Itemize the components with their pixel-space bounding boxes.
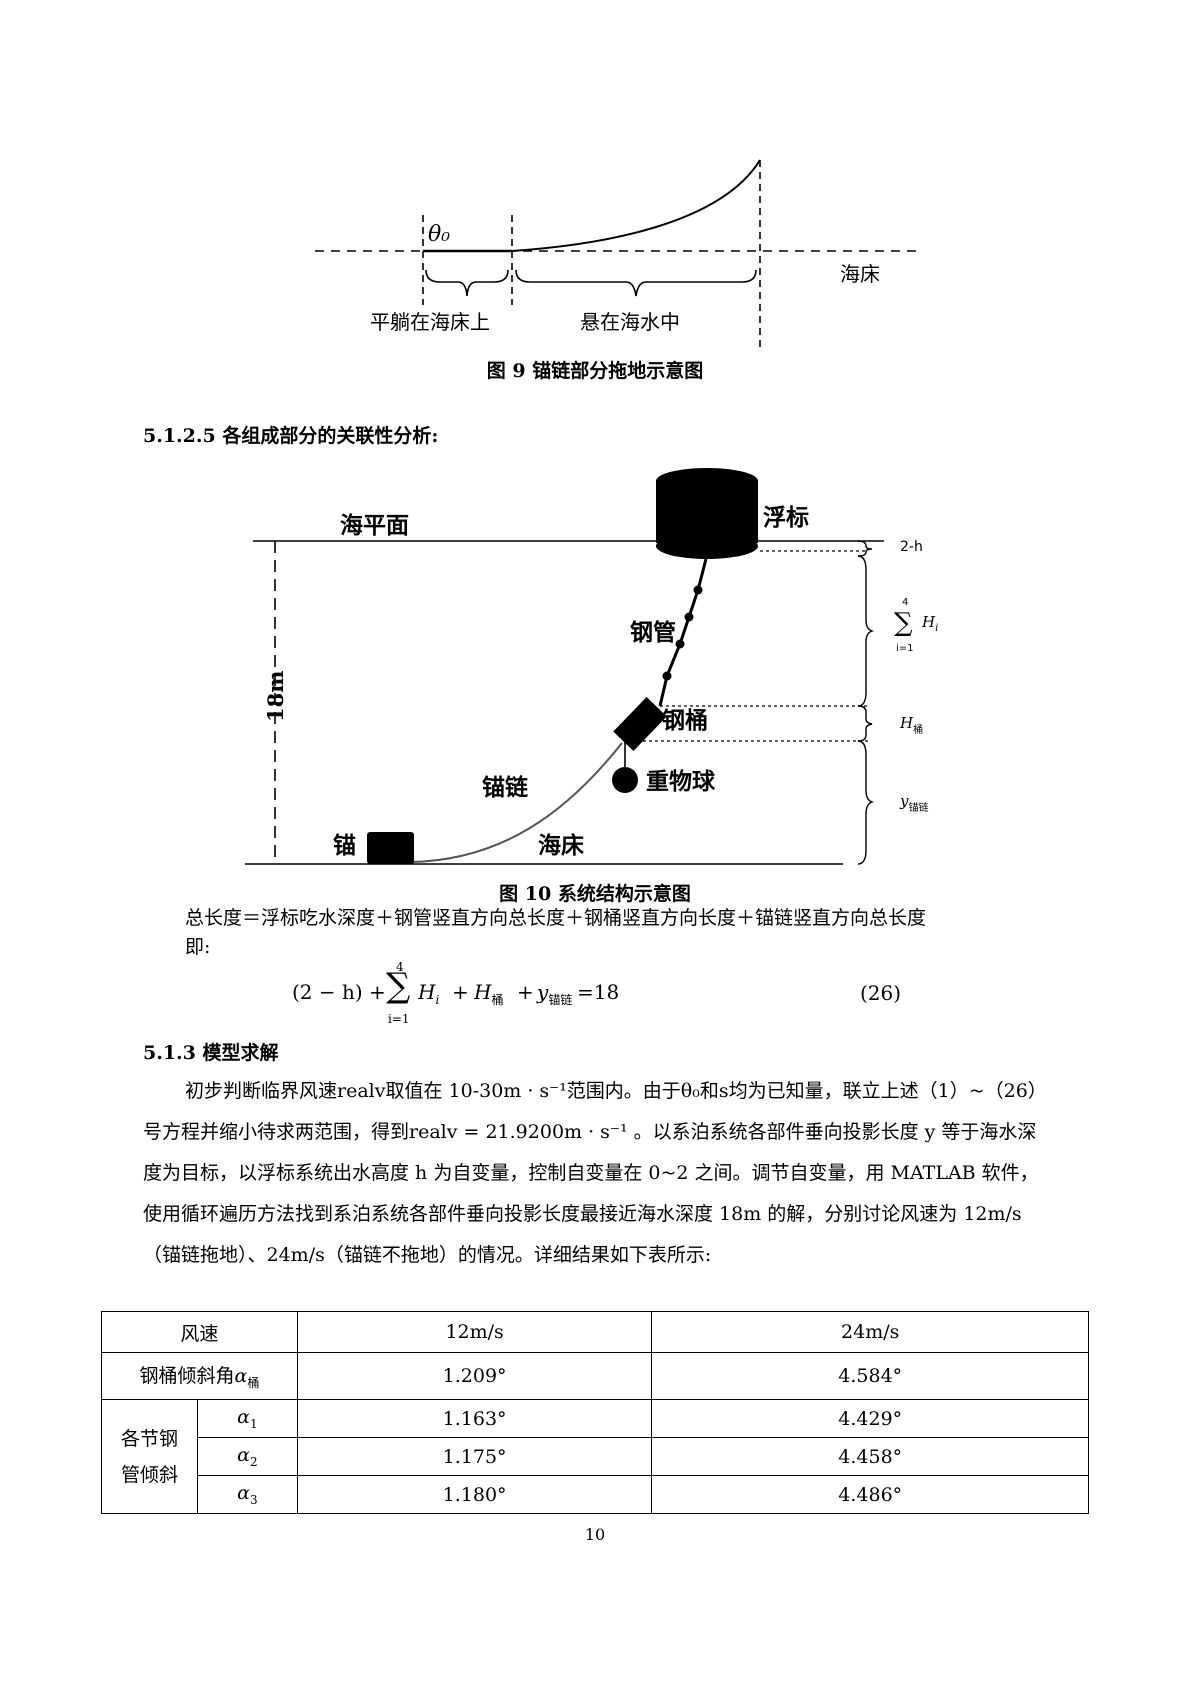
alpha2-24: 4.458° — [651, 1437, 1089, 1476]
label-buoy: 浮标 — [763, 504, 809, 531]
header-24ms: 24m/s — [651, 1311, 1089, 1353]
label-chain: 锚链 — [482, 774, 528, 801]
drum-angle-12: 1.209° — [296, 1352, 653, 1400]
label-heavy-ball: 重物球 — [646, 768, 716, 795]
alpha1-label: α1 — [196, 1399, 298, 1438]
brace-label-sum-bottom: i=1 — [896, 643, 914, 654]
label-sea-surface: 海平面 — [340, 512, 409, 539]
table-header-row: 风速 12m/s 24m/s — [101, 1311, 1089, 1353]
table-row-alpha2: α2 1.175° 4.458° — [102, 1437, 1089, 1476]
figure-10-caption: 图 10 系统结构示意图 — [499, 883, 691, 905]
label-steel-drum: 钢桶 — [662, 708, 708, 734]
eq-plus-1: + — [452, 980, 469, 1004]
brace-h-drum — [857, 705, 873, 742]
eq-plus-2: + — [517, 980, 534, 1004]
label-seabed-10: 海床 — [538, 832, 584, 859]
eq-lhs: (2 − h) + — [292, 980, 386, 1004]
eq-term-hb: H桶 — [474, 980, 504, 1007]
results-table: 风速 12m/s 24m/s 钢桶倾斜角α桶 1.209° 4.584° 各节钢… — [101, 1311, 1089, 1514]
brace-label-2h: 2-h — [900, 539, 923, 555]
alpha3-label: α3 — [196, 1475, 298, 1514]
figure-10: 海平面 浮标 18m 钢管 钢桶 重物球 锚链 锚 海床 2-h 4 ∑ i=1… — [245, 468, 938, 865]
pipe-joint — [693, 585, 703, 595]
table-row-drum-angle: 钢桶倾斜角α桶 1.209° 4.584° — [101, 1352, 1089, 1400]
alpha1-24: 4.429° — [651, 1399, 1089, 1438]
label-anchor: 锚 — [333, 833, 356, 859]
pipe-joint — [675, 639, 685, 649]
heavy-ball-shape — [612, 767, 638, 793]
label-steel-pipe: 钢管 — [630, 619, 676, 646]
eq-sum-bottom: i=1 — [388, 1012, 410, 1026]
alpha3-12: 1.180° — [296, 1475, 653, 1514]
brace-sum-hi — [857, 555, 875, 707]
eq-term-y: y锚链 — [537, 980, 573, 1007]
buoy-shape — [656, 468, 758, 559]
alpha3-24: 4.486° — [651, 1475, 1089, 1514]
anchor-chain-curve — [411, 742, 623, 863]
header-12ms: 12m/s — [296, 1311, 653, 1353]
alpha1-12: 1.163° — [296, 1399, 653, 1438]
section-513-heading: 5.1.3 模型求解 — [143, 1042, 279, 1064]
pipe-joint — [662, 671, 672, 681]
table-row-alpha3: α3 1.180° 4.486° — [102, 1475, 1089, 1514]
solution-text: 初步判断临界风速realv取值在 10-30m · s⁻¹范围内。由于θ₀和s均… — [143, 1080, 1047, 1266]
brace-label-y-chain: y锚链 — [899, 792, 928, 814]
page-number: 10 — [584, 1525, 606, 1544]
pipe-joint — [684, 612, 694, 622]
alpha2-12: 1.175° — [296, 1437, 653, 1476]
table-row-alpha1: 各节钢 管倾斜 α1 1.163° 4.429° — [101, 1399, 1089, 1514]
alpha2-label: α2 — [196, 1437, 298, 1476]
equation-26: (2 − h) + 4 ∑ i=1 Hi + H桶 + y锚链 =18 — [292, 960, 892, 1030]
label-depth: 18m — [263, 671, 288, 722]
eq-term-h: Hi — [418, 980, 440, 1007]
solution-paragraph: 初步判断临界风速realv取值在 10-30m · s⁻¹范围内。由于θ₀和s均… — [143, 1071, 1053, 1276]
brace-label-h-drum: H桶 — [899, 714, 923, 736]
drum-angle-24: 4.584° — [651, 1352, 1089, 1400]
eq-sum-sign: ∑ — [386, 966, 411, 1006]
brace-label-sum-sign: ∑ — [894, 608, 913, 638]
brace-label-sum-top: 4 — [902, 597, 908, 608]
brace-y-chain — [857, 740, 875, 865]
header-wind-speed: 风速 — [101, 1311, 298, 1353]
brace-label-hi: Hi — [921, 613, 938, 634]
total-length-text: 总长度＝浮标吃水深度＋钢管竖直方向总长度＋钢桶竖直方向长度＋锚链竖直方向总长度 — [185, 907, 927, 929]
eq-rhs: =18 — [577, 980, 620, 1004]
ji-text: 即: — [185, 936, 211, 958]
brace-2h — [857, 540, 873, 557]
equation-number: (26) — [860, 981, 902, 1005]
pipe-group-label: 各节钢 管倾斜 — [101, 1399, 198, 1514]
drum-angle-label: 钢桶倾斜角α桶 — [101, 1352, 298, 1400]
anchor-shape — [367, 832, 414, 864]
